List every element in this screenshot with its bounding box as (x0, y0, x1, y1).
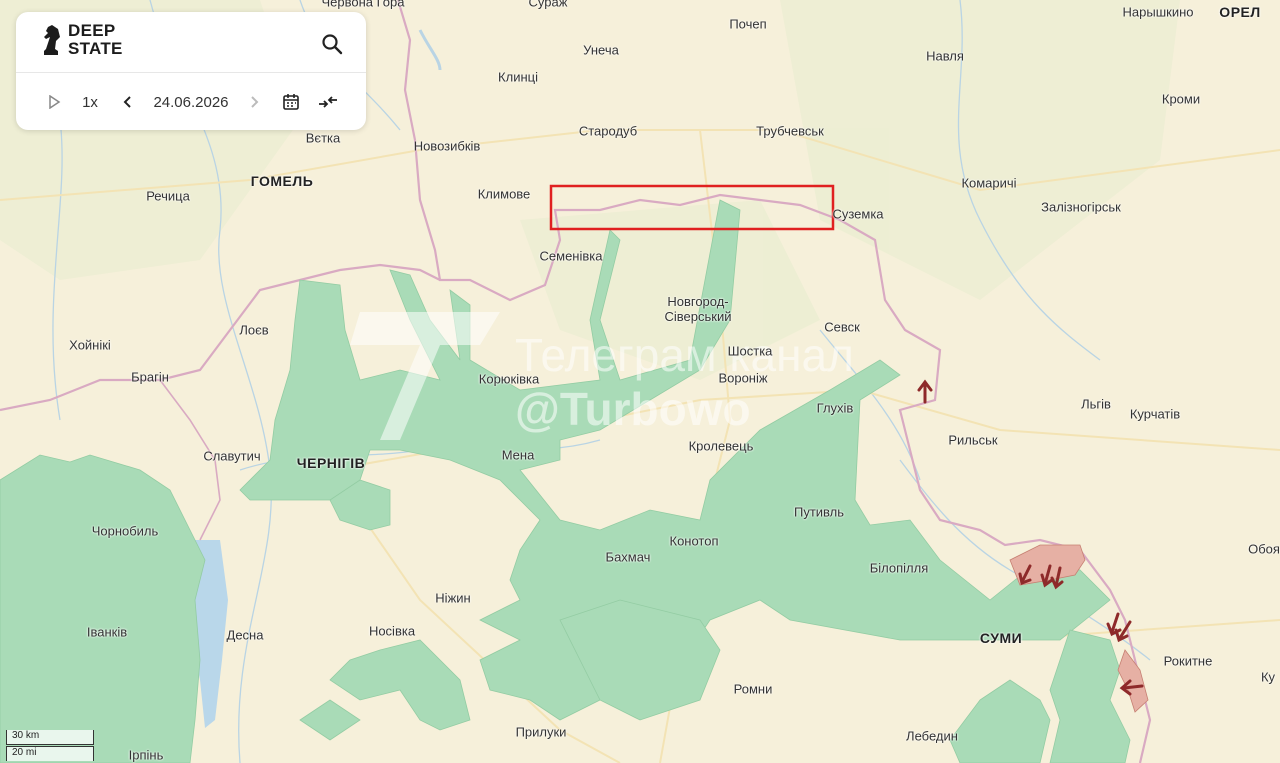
compare-arrows-icon (319, 96, 337, 108)
place-label-koriukivka: Корюківка (478, 371, 540, 387)
place-label-lebedyn: Лебедин (906, 728, 958, 744)
place-label-desna: Десна (226, 627, 264, 643)
place-label-surazh: Сураж (528, 0, 568, 10)
chevron-right-icon (251, 96, 259, 108)
place-label-rokytne: Рокитне (1163, 653, 1213, 669)
place-label-zaliznohirsk: Залізногірськ (1041, 199, 1121, 215)
play-button[interactable] (44, 90, 64, 114)
place-label-orel: ОРЕЛ (1219, 4, 1261, 20)
watermark-line2: @Turbowo (515, 383, 751, 435)
place-label-loiev: Лоєв (239, 322, 269, 338)
place-label-konotop: Конотоп (669, 533, 719, 549)
scale-imperial: 20 mi (6, 746, 94, 761)
place-label-homel: ГОМЕЛЬ (250, 173, 314, 189)
place-label-navlia: Навля (926, 48, 964, 64)
place-label-komarychi: Комаричі (961, 175, 1017, 191)
control-panel: DEEP STATE 1x 24.06.2026 (16, 12, 366, 130)
place-label-rechytsa: Речица (146, 188, 190, 204)
next-date-button[interactable] (244, 90, 264, 114)
place-label-brahin: Брагін (131, 369, 169, 385)
scale-metric-label: 30 km (12, 730, 40, 741)
place-label-mena: Мена (501, 447, 535, 463)
place-label-semenivka: Семенівка (539, 248, 603, 264)
place-label-naryshkino: Нарышкино (1122, 4, 1194, 20)
place-label-lhov: Льгів (1081, 396, 1111, 412)
place-label-pochep: Почеп (729, 16, 767, 32)
place-label-rylsk: Рильськ (948, 432, 998, 448)
place-label-kromy: Кроми (1161, 91, 1201, 107)
place-label-putyvl: Путивль (793, 504, 845, 520)
place-label-novozybkiv: Новозибків (413, 138, 481, 154)
place-label-starodub: Стародуб (578, 123, 638, 139)
place-label-nosivka: Носівка (368, 623, 416, 639)
play-icon (49, 95, 61, 109)
place-label-romny: Ромни (733, 681, 773, 697)
knight-icon (44, 25, 60, 55)
watermark-line1: Телеграм канал (515, 329, 854, 381)
place-label-slavutych: Славутич (203, 448, 261, 464)
prev-date-button[interactable] (118, 90, 138, 114)
place-label-voronizh: Вороніж (718, 370, 768, 386)
place-label-hlukhiv: Глухів (816, 400, 854, 416)
scale-metric: 30 km (6, 730, 94, 745)
calendar-icon (283, 94, 299, 110)
place-label-ku: Ку (1260, 669, 1276, 685)
place-label-oboian: Обоя (1248, 541, 1280, 557)
place-label-kurchatov: Курчатів (1129, 406, 1181, 422)
place-label-nizhyn: Ніжин (435, 590, 471, 606)
place-label-chervona-hora: Червона Гора (321, 0, 405, 10)
place-label-khoiniki: Хойнікі (69, 337, 111, 353)
deepstate-logo[interactable]: DEEP STATE (40, 22, 123, 58)
place-label-trubchevsk: Трубчевськ (756, 123, 824, 139)
logo-line2: STATE (68, 39, 123, 58)
place-label-chornobyl: Чорнобиль (91, 523, 159, 539)
scale-imperial-label: 20 mi (12, 747, 37, 758)
place-label-ivankiv: Іванків (86, 624, 128, 640)
search-button[interactable] (320, 32, 344, 56)
place-label-novhorod: Новгород- Сіверський (664, 294, 732, 324)
place-label-bilopillia: Білопілля (869, 560, 929, 576)
chevron-left-icon (123, 96, 131, 108)
search-icon (322, 34, 343, 55)
place-label-sumy: СУМИ (979, 630, 1023, 646)
speed-button[interactable]: 1x (78, 90, 102, 114)
place-label-klymove: Климове (477, 186, 531, 202)
compare-button[interactable] (316, 90, 340, 114)
place-label-sevsk: Севск (824, 319, 860, 335)
place-label-chernihiv: ЧЕРНІГІВ (296, 455, 366, 471)
place-label-vietka: Вєтка (305, 130, 341, 146)
place-label-unecha: Унеча (583, 42, 619, 58)
place-label-klintsy: Клинці (498, 69, 538, 85)
place-label-suzemka: Суземка (832, 206, 884, 222)
current-date[interactable]: 24.06.2026 (146, 90, 236, 114)
place-label-bakhmach: Бахмач (605, 549, 651, 565)
panel-divider (16, 72, 366, 73)
place-label-pryluky: Прилуки (515, 724, 567, 740)
calendar-button[interactable] (280, 90, 302, 114)
place-label-krolevets: Кролевець (688, 438, 754, 454)
logo-line1: DEEP (68, 21, 116, 40)
place-label-shostka: Шостка (727, 343, 773, 359)
place-label-irpin: Ірпінь (128, 747, 164, 763)
